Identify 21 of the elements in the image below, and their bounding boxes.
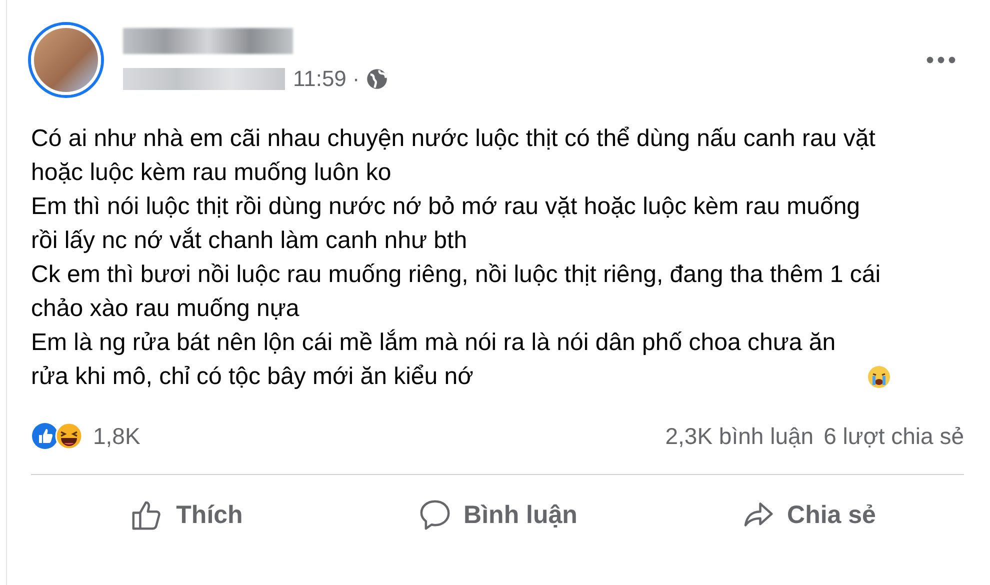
post-time[interactable]: 11:59 — [293, 66, 346, 92]
comment-icon — [418, 498, 452, 532]
comment-action[interactable]: Bình luận — [342, 487, 653, 543]
crying-face-icon — [867, 365, 891, 389]
like-label: Thích — [176, 500, 243, 530]
like-action[interactable]: Thích — [31, 487, 342, 543]
post-text: Em thì nói luộc thịt rồi dùng nước nớ bỏ mớ rau vặt hoặc luộc kèm rau muống rồi lấy nc nớ vắt chanh làm canh như bth — [31, 192, 862, 256]
reaction-icons[interactable] — [31, 422, 83, 450]
comment-count[interactable]: 2,3K bình luận — [665, 422, 814, 450]
share-label: Chia sẻ — [787, 500, 876, 530]
post-text: Có ai như nhà em cãi nhau chuyện nước luộc thịt có thể dùng nấu canh rau vặt hoặc luộc kèm rau muống luôn ko — [31, 124, 876, 188]
post-text: Ck em thì bươi nồi luộc rau muống riêng, nồi luộc thịt riêng, đang tha thêm 1 cái chảo xào rau muống nựa — [31, 260, 882, 324]
comment-label: Bình luận — [464, 500, 578, 530]
more-options-icon[interactable] — [926, 56, 956, 64]
share-action[interactable]: Chia sẻ — [653, 487, 964, 543]
avatar[interactable] — [31, 25, 101, 95]
globe-icon — [366, 68, 388, 90]
reaction-count[interactable]: 1,8K — [93, 422, 140, 450]
separator-dot: · — [352, 66, 360, 92]
share-count[interactable]: 6 lượt chia sẻ — [824, 422, 964, 450]
post-text: Em là ng rửa bát nên lộn cái mề lắm mà nói ra là nói dân phố choa chưa ăn rửa khi mô, chỉ có tộc bây mới ăn kiểu nớ — [31, 328, 837, 392]
